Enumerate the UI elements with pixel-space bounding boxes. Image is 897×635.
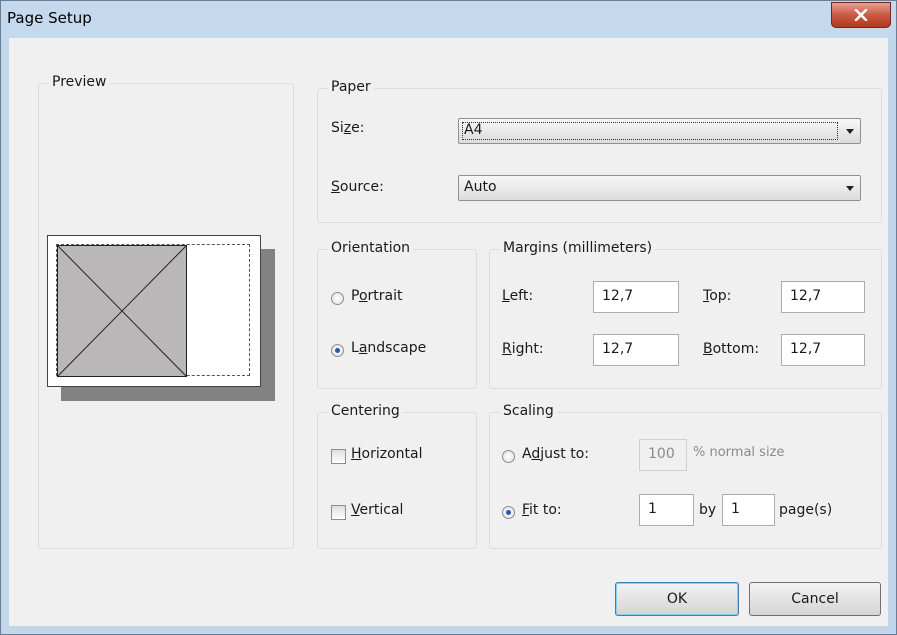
centering-group: Centering Horizontal Vertical [317,403,477,549]
size-label: Size: [331,120,365,136]
adjust-to-option[interactable]: Adjust to: [502,445,627,467]
paper-legend: Paper [328,79,374,95]
window-title: Page Setup [7,9,92,27]
bottom-margin-label: Bottom: [703,341,760,357]
source-select-value: Auto [464,179,497,195]
page-setup-window: Page Setup Preview Paper Size: A4 Source… [0,0,897,635]
left-margin-value: 12,7 [602,288,634,304]
paper-group: Paper Size: A4 Source: Auto [317,79,882,223]
size-select[interactable]: A4 [458,118,861,144]
title-bar: Page Setup [1,1,896,38]
portrait-radio[interactable] [331,292,344,305]
chevron-down-icon [846,186,854,191]
fit-to-radio[interactable] [502,506,515,519]
fit-pages-tall-input[interactable]: 1 [722,494,775,526]
scaling-legend: Scaling [500,403,557,419]
portrait-option[interactable]: Portrait [331,287,471,309]
scaling-group: Scaling Adjust to: 100 % normal size Fit… [489,403,882,549]
fit-pages-wide-input[interactable]: 1 [639,494,694,526]
adjust-to-label: Adjust to: [522,446,590,462]
adjust-to-value: 100 [648,446,675,462]
bottom-margin-input[interactable]: 12,7 [781,334,865,366]
vertical-checkbox[interactable] [331,505,346,520]
normal-size-label: % normal size [693,445,785,460]
landscape-label: Landscape [351,340,427,356]
adjust-to-input[interactable]: 100 [639,439,687,471]
top-margin-input[interactable]: 12,7 [781,281,865,313]
top-margin-label: Top: [703,288,732,304]
fit-to-option[interactable]: Fit to: [502,501,627,523]
fit-pages-wide-value: 1 [648,501,657,517]
top-margin-value: 12,7 [790,288,822,304]
vertical-option[interactable]: Vertical [331,501,471,523]
focus-rect [462,122,838,140]
content-area-placeholder [57,245,187,377]
close-icon [854,9,868,21]
fit-pages-tall-value: 1 [731,501,740,517]
horizontal-option[interactable]: Horizontal [331,445,471,467]
landscape-option[interactable]: Landscape [331,339,471,361]
page-sheet [47,235,261,387]
source-select[interactable]: Auto [458,175,861,201]
landscape-radio[interactable] [331,344,344,357]
orientation-group: Orientation Portrait Landscape [317,240,477,389]
right-margin-label: Right: [502,341,544,357]
margins-legend: Margins (millimeters) [500,240,656,256]
chevron-down-icon [846,129,854,134]
margins-group: Margins (millimeters) Left: 12,7 Top: 12… [489,240,882,389]
fit-to-label: Fit to: [522,502,562,518]
vertical-label: Vertical [351,502,404,518]
dialog-body: Preview Paper Size: A4 Source: Auto Orie… [9,38,888,626]
preview-group: Preview [38,74,294,549]
source-label: Source: [331,179,384,195]
adjust-to-radio[interactable] [502,450,515,463]
centering-legend: Centering [328,403,403,419]
pages-label: page(s) [779,502,833,518]
by-label: by [699,502,717,518]
left-margin-label: Left: [502,288,534,304]
page-preview [47,235,281,405]
portrait-label: Portrait [351,288,403,304]
preview-legend: Preview [49,74,110,90]
right-margin-input[interactable]: 12,7 [593,334,679,366]
close-button[interactable] [831,2,891,28]
horizontal-checkbox[interactable] [331,449,346,464]
left-margin-input[interactable]: 12,7 [593,281,679,313]
ok-button[interactable]: OK [615,582,739,616]
horizontal-label: Horizontal [351,446,423,462]
cancel-button[interactable]: Cancel [749,582,881,616]
right-margin-value: 12,7 [602,341,634,357]
bottom-margin-value: 12,7 [790,341,822,357]
orientation-legend: Orientation [328,240,414,256]
